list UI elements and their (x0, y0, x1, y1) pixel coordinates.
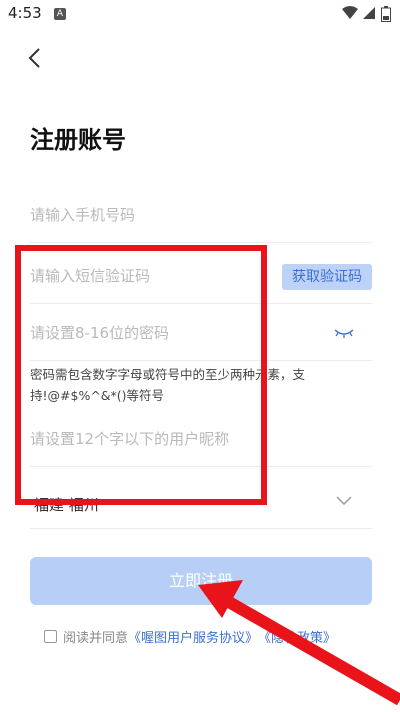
status-bar: 4:53 A (0, 0, 400, 28)
wifi-icon (342, 6, 358, 19)
agreement-prefix: 阅读并同意 (63, 630, 129, 646)
agreement-row: 阅读并同意 《喔图用户服务协议》 《隐私政策》 (44, 626, 374, 646)
agreement-checkbox[interactable] (44, 629, 57, 643)
get-sms-code-button[interactable]: 获取验证码 (282, 264, 372, 290)
register-button[interactable]: 立即注册 (30, 557, 372, 605)
page-title: 注册账号 (30, 126, 126, 154)
privacy-policy-link[interactable]: 《隐私政策》 (258, 627, 336, 646)
phone-placeholder: 请输入手机号码 (30, 205, 136, 224)
status-time: 4:53 (8, 4, 42, 22)
battery-icon (381, 6, 391, 22)
notification-badge-icon: A (54, 8, 66, 20)
signal-icon (363, 7, 375, 19)
chevron-down-icon (336, 496, 352, 506)
phone-input[interactable]: 请输入手机号码 (30, 186, 372, 243)
user-agreement-link[interactable]: 《喔图用户服务协议》 (128, 627, 258, 646)
eye-closed-icon[interactable] (334, 328, 354, 340)
back-arrow-icon (28, 48, 40, 68)
back-button[interactable] (22, 44, 46, 72)
annotation-highlight-box (15, 245, 267, 505)
